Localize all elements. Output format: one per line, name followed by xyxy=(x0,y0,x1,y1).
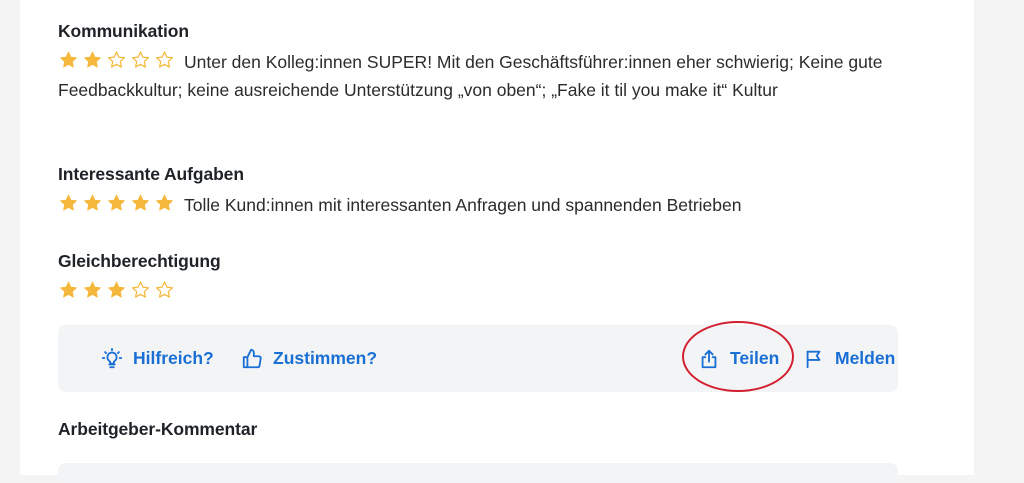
employer-comment-heading: Arbeitgeber-Kommentar xyxy=(58,419,258,439)
star-empty-icon xyxy=(106,50,127,70)
star-filled-icon xyxy=(82,280,103,300)
star-rating xyxy=(58,280,178,300)
star-filled-icon xyxy=(82,50,103,70)
rating-body: Unter den Kolleg:innen SUPER! Mit den Ge… xyxy=(58,48,898,104)
star-rating xyxy=(58,50,178,70)
employer-comment-section: Arbeitgeber-Kommentar xyxy=(58,419,898,440)
star-filled-icon xyxy=(58,193,79,213)
lightbulb-icon xyxy=(101,347,123,370)
rating-kommunikation: Kommunikation Unter den Kolleg:innen SUP… xyxy=(58,21,898,104)
rating-title: Gleichberechtigung xyxy=(58,251,221,271)
star-filled-icon xyxy=(106,193,127,213)
rating-title: Interessante Aufgaben xyxy=(58,164,244,184)
share-button[interactable]: Teilen xyxy=(698,325,779,392)
thumbs-up-icon xyxy=(241,348,263,370)
helpful-label: Hilfreich? xyxy=(133,348,214,368)
star-empty-icon xyxy=(154,280,175,300)
star-filled-icon xyxy=(154,193,175,213)
rating-text: Unter den Kolleg:innen SUPER! Mit den Ge… xyxy=(58,52,883,100)
rating-text: Tolle Kund:innen mit interessanten Anfra… xyxy=(184,195,742,215)
agree-label: Zustimmen? xyxy=(273,348,378,368)
share-icon xyxy=(698,348,720,370)
employer-comment-box xyxy=(58,463,898,483)
star-filled-icon xyxy=(106,280,127,300)
rating-gleichberechtigung: Gleichberechtigung xyxy=(58,251,898,306)
rating-body xyxy=(58,278,898,306)
star-rating xyxy=(58,193,178,213)
star-filled-icon xyxy=(58,280,79,300)
share-label: Teilen xyxy=(730,348,780,368)
report-label: Melden xyxy=(835,348,896,368)
rating-body: Tolle Kund:innen mit interessanten Anfra… xyxy=(58,191,898,219)
rating-interessante-aufgaben: Interessante Aufgaben Tolle Kund:innen m… xyxy=(58,164,898,219)
star-filled-icon xyxy=(82,193,103,213)
star-empty-icon xyxy=(154,50,175,70)
star-filled-icon xyxy=(130,193,151,213)
helpful-button[interactable]: Hilfreich? xyxy=(101,325,214,392)
agree-button[interactable]: Zustimmen? xyxy=(241,325,377,392)
flag-icon xyxy=(803,348,825,370)
star-empty-icon xyxy=(130,50,151,70)
star-empty-icon xyxy=(130,280,151,300)
report-button[interactable]: Melden xyxy=(803,325,895,392)
review-action-bar: Hilfreich? Zustimmen? Teilen Melden xyxy=(58,325,898,392)
rating-title: Kommunikation xyxy=(58,21,189,41)
star-filled-icon xyxy=(58,50,79,70)
